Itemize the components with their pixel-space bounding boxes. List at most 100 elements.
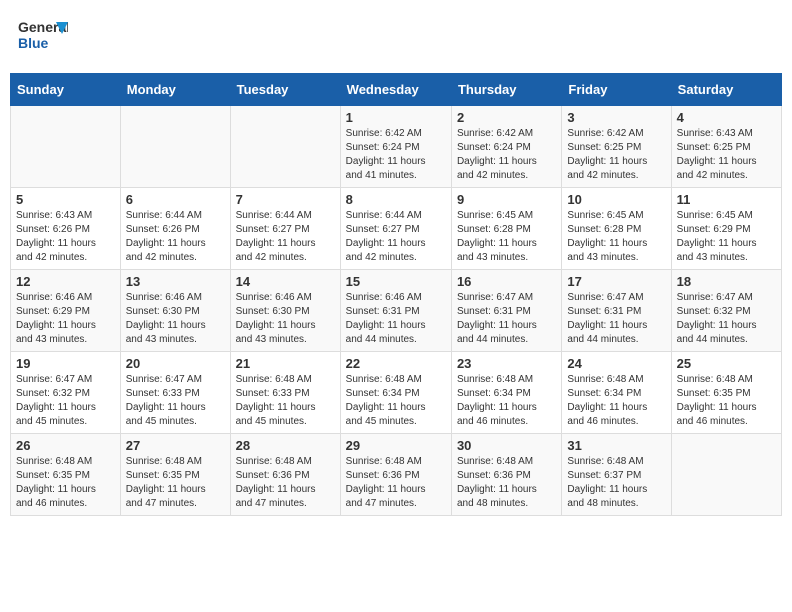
day-info: Sunrise: 6:48 AM Sunset: 6:35 PM Dayligh… bbox=[126, 455, 225, 511]
day-number: 12 bbox=[16, 274, 115, 289]
calendar-cell: 14 Sunrise: 6:46 AM Sunset: 6:30 PM Dayli… bbox=[230, 270, 340, 352]
calendar-cell: 12 Sunrise: 6:46 AM Sunset: 6:29 PM Dayli… bbox=[11, 270, 121, 352]
day-info: Sunrise: 6:47 AM Sunset: 6:32 PM Dayligh… bbox=[677, 291, 776, 347]
day-info: Sunrise: 6:48 AM Sunset: 6:35 PM Dayligh… bbox=[16, 455, 115, 511]
day-info: Sunrise: 6:48 AM Sunset: 6:34 PM Dayligh… bbox=[457, 373, 556, 429]
day-number: 25 bbox=[677, 356, 776, 371]
day-number: 11 bbox=[677, 192, 776, 207]
day-info: Sunrise: 6:47 AM Sunset: 6:33 PM Dayligh… bbox=[126, 373, 225, 429]
col-header-thursday: Thursday bbox=[451, 74, 561, 106]
day-number: 24 bbox=[567, 356, 665, 371]
day-number: 5 bbox=[16, 192, 115, 207]
day-number: 19 bbox=[16, 356, 115, 371]
calendar-cell: 5 Sunrise: 6:43 AM Sunset: 6:26 PM Daylig… bbox=[11, 188, 121, 270]
day-info: Sunrise: 6:46 AM Sunset: 6:30 PM Dayligh… bbox=[126, 291, 225, 347]
day-number: 9 bbox=[457, 192, 556, 207]
calendar-table: SundayMondayTuesdayWednesdayThursdayFrid… bbox=[10, 73, 782, 516]
calendar-cell: 7 Sunrise: 6:44 AM Sunset: 6:27 PM Daylig… bbox=[230, 188, 340, 270]
day-info: Sunrise: 6:45 AM Sunset: 6:29 PM Dayligh… bbox=[677, 209, 776, 265]
day-number: 22 bbox=[346, 356, 446, 371]
day-number: 6 bbox=[126, 192, 225, 207]
calendar-cell bbox=[120, 106, 230, 188]
calendar-cell: 11 Sunrise: 6:45 AM Sunset: 6:29 PM Dayli… bbox=[671, 188, 781, 270]
col-header-sunday: Sunday bbox=[11, 74, 121, 106]
calendar-cell bbox=[230, 106, 340, 188]
day-info: Sunrise: 6:46 AM Sunset: 6:29 PM Dayligh… bbox=[16, 291, 115, 347]
day-info: Sunrise: 6:47 AM Sunset: 6:32 PM Dayligh… bbox=[16, 373, 115, 429]
calendar-cell: 10 Sunrise: 6:45 AM Sunset: 6:28 PM Dayli… bbox=[562, 188, 671, 270]
day-info: Sunrise: 6:48 AM Sunset: 6:37 PM Dayligh… bbox=[567, 455, 665, 511]
day-info: Sunrise: 6:42 AM Sunset: 6:25 PM Dayligh… bbox=[567, 127, 665, 183]
calendar-cell: 25 Sunrise: 6:48 AM Sunset: 6:35 PM Dayli… bbox=[671, 352, 781, 434]
calendar-cell: 2Sunrise: 6:42 AM Sunset: 6:24 PM Daylig… bbox=[451, 106, 561, 188]
col-header-wednesday: Wednesday bbox=[340, 74, 451, 106]
day-info: Sunrise: 6:48 AM Sunset: 6:36 PM Dayligh… bbox=[346, 455, 446, 511]
day-info: Sunrise: 6:46 AM Sunset: 6:30 PM Dayligh… bbox=[236, 291, 335, 347]
calendar-cell: 1Sunrise: 6:42 AM Sunset: 6:24 PM Daylig… bbox=[340, 106, 451, 188]
calendar-cell: 20 Sunrise: 6:47 AM Sunset: 6:33 PM Dayli… bbox=[120, 352, 230, 434]
calendar-cell: 6Sunrise: 6:44 AM Sunset: 6:26 PM Daylig… bbox=[120, 188, 230, 270]
col-header-monday: Monday bbox=[120, 74, 230, 106]
calendar-week-5: 26 Sunrise: 6:48 AM Sunset: 6:35 PM Dayli… bbox=[11, 434, 782, 516]
day-number: 29 bbox=[346, 438, 446, 453]
day-info: Sunrise: 6:43 AM Sunset: 6:26 PM Dayligh… bbox=[16, 209, 115, 265]
day-number: 31 bbox=[567, 438, 665, 453]
day-number: 30 bbox=[457, 438, 556, 453]
calendar-week-4: 19 Sunrise: 6:47 AM Sunset: 6:32 PM Dayli… bbox=[11, 352, 782, 434]
calendar-cell: 29 Sunrise: 6:48 AM Sunset: 6:36 PM Dayli… bbox=[340, 434, 451, 516]
day-number: 4 bbox=[677, 110, 776, 125]
day-info: Sunrise: 6:43 AM Sunset: 6:25 PM Dayligh… bbox=[677, 127, 776, 183]
day-info: Sunrise: 6:48 AM Sunset: 6:36 PM Dayligh… bbox=[236, 455, 335, 511]
calendar-cell: 23 Sunrise: 6:48 AM Sunset: 6:34 PM Dayli… bbox=[451, 352, 561, 434]
day-info: Sunrise: 6:48 AM Sunset: 6:34 PM Dayligh… bbox=[346, 373, 446, 429]
day-number: 26 bbox=[16, 438, 115, 453]
day-number: 15 bbox=[346, 274, 446, 289]
day-number: 20 bbox=[126, 356, 225, 371]
day-number: 7 bbox=[236, 192, 335, 207]
calendar-cell: 9 Sunrise: 6:45 AM Sunset: 6:28 PM Daylig… bbox=[451, 188, 561, 270]
svg-text:Blue: Blue bbox=[18, 35, 49, 51]
calendar-cell: 27 Sunrise: 6:48 AM Sunset: 6:35 PM Dayli… bbox=[120, 434, 230, 516]
calendar-cell: 19 Sunrise: 6:47 AM Sunset: 6:32 PM Dayli… bbox=[11, 352, 121, 434]
day-info: Sunrise: 6:45 AM Sunset: 6:28 PM Dayligh… bbox=[457, 209, 556, 265]
day-number: 3 bbox=[567, 110, 665, 125]
calendar-week-3: 12 Sunrise: 6:46 AM Sunset: 6:29 PM Dayli… bbox=[11, 270, 782, 352]
day-number: 23 bbox=[457, 356, 556, 371]
day-number: 1 bbox=[346, 110, 446, 125]
day-number: 13 bbox=[126, 274, 225, 289]
day-number: 21 bbox=[236, 356, 335, 371]
calendar-cell: 17Sunrise: 6:47 AM Sunset: 6:31 PM Dayli… bbox=[562, 270, 671, 352]
calendar-cell: 3 Sunrise: 6:42 AM Sunset: 6:25 PM Daylig… bbox=[562, 106, 671, 188]
calendar-cell: 26 Sunrise: 6:48 AM Sunset: 6:35 PM Dayli… bbox=[11, 434, 121, 516]
calendar-cell: 4 Sunrise: 6:43 AM Sunset: 6:25 PM Daylig… bbox=[671, 106, 781, 188]
day-info: Sunrise: 6:48 AM Sunset: 6:33 PM Dayligh… bbox=[236, 373, 335, 429]
day-number: 10 bbox=[567, 192, 665, 207]
day-number: 27 bbox=[126, 438, 225, 453]
day-info: Sunrise: 6:45 AM Sunset: 6:28 PM Dayligh… bbox=[567, 209, 665, 265]
day-info: Sunrise: 6:48 AM Sunset: 6:34 PM Dayligh… bbox=[567, 373, 665, 429]
calendar-week-2: 5 Sunrise: 6:43 AM Sunset: 6:26 PM Daylig… bbox=[11, 188, 782, 270]
calendar-cell: 21 Sunrise: 6:48 AM Sunset: 6:33 PM Dayli… bbox=[230, 352, 340, 434]
day-info: Sunrise: 6:44 AM Sunset: 6:27 PM Dayligh… bbox=[346, 209, 446, 265]
day-info: Sunrise: 6:46 AM Sunset: 6:31 PM Dayligh… bbox=[346, 291, 446, 347]
day-info: Sunrise: 6:48 AM Sunset: 6:36 PM Dayligh… bbox=[457, 455, 556, 511]
day-info: Sunrise: 6:42 AM Sunset: 6:24 PM Dayligh… bbox=[457, 127, 556, 183]
col-header-friday: Friday bbox=[562, 74, 671, 106]
logo-graphic: General Blue bbox=[18, 14, 68, 61]
calendar-header-row: SundayMondayTuesdayWednesdayThursdayFrid… bbox=[11, 74, 782, 106]
logo: General Blue bbox=[18, 14, 68, 61]
calendar-cell: 31 Sunrise: 6:48 AM Sunset: 6:37 PM Dayli… bbox=[562, 434, 671, 516]
day-number: 16 bbox=[457, 274, 556, 289]
calendar-cell: 24 Sunrise: 6:48 AM Sunset: 6:34 PM Dayli… bbox=[562, 352, 671, 434]
calendar-cell: 28Sunrise: 6:48 AM Sunset: 6:36 PM Dayli… bbox=[230, 434, 340, 516]
col-header-saturday: Saturday bbox=[671, 74, 781, 106]
day-number: 14 bbox=[236, 274, 335, 289]
day-info: Sunrise: 6:48 AM Sunset: 6:35 PM Dayligh… bbox=[677, 373, 776, 429]
col-header-tuesday: Tuesday bbox=[230, 74, 340, 106]
calendar-cell bbox=[11, 106, 121, 188]
calendar-cell: 18Sunrise: 6:47 AM Sunset: 6:32 PM Dayli… bbox=[671, 270, 781, 352]
page-header: General Blue bbox=[10, 10, 782, 65]
day-info: Sunrise: 6:44 AM Sunset: 6:27 PM Dayligh… bbox=[236, 209, 335, 265]
calendar-cell bbox=[671, 434, 781, 516]
calendar-cell: 8Sunrise: 6:44 AM Sunset: 6:27 PM Daylig… bbox=[340, 188, 451, 270]
